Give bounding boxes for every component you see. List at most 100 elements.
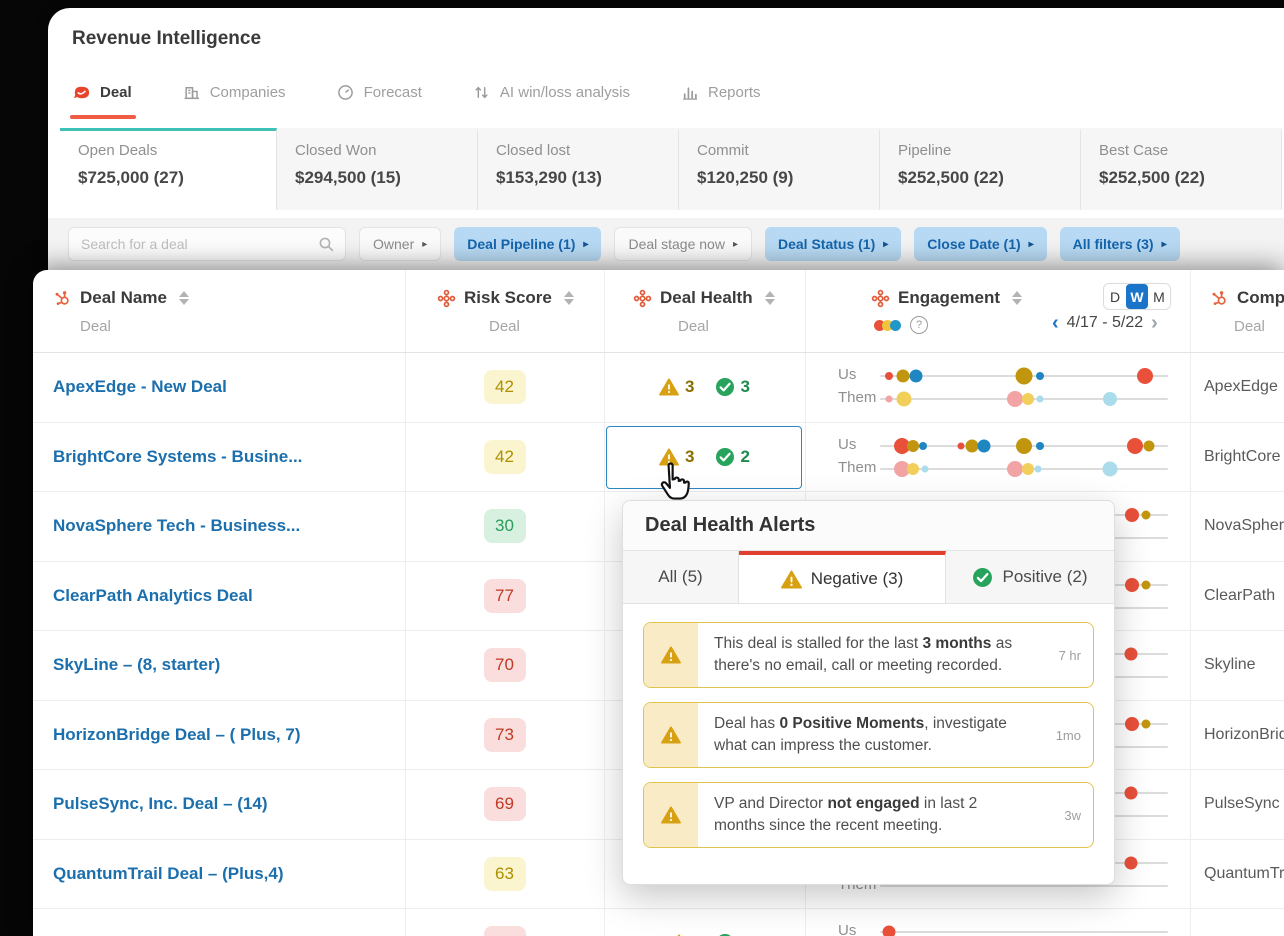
warning-icon [781,570,802,589]
company-cell: ClearPath [1190,562,1284,631]
deal-name-link[interactable]: QuantumTrail Deal – (Plus,4) [53,864,284,884]
tab-label: Reports [708,84,761,101]
company-name: HorizonBridge [1204,726,1284,744]
tab-negative[interactable]: Negative (3) [739,551,946,603]
deal-name-link[interactable]: PulseSync, Inc. Deal – (14) [53,794,267,814]
tab-ai-win-loss-analysis[interactable]: AI win/loss analysis [472,84,630,101]
risk-score-badge: 63 [484,857,526,891]
sort-icon[interactable] [1012,291,1022,305]
filter-chip-deal-status-1[interactable]: Deal Status (1)▸ [765,227,901,261]
header-engagement[interactable]: Engagement [871,288,1022,308]
header-company[interactable]: Company [1210,288,1284,308]
deal-name-link[interactable]: SkyLine – (8, starter) [53,655,220,675]
header-deal-name[interactable]: Deal Name [53,288,189,308]
engagement-dot [907,440,919,452]
header-engagement-cell: Engagement ? DWM ‹ 4/17 - 5/22 › [805,270,1190,352]
tab-positive[interactable]: Positive (2) [946,551,1114,603]
header-deal-health[interactable]: Deal Health [633,288,775,308]
nav-tabs: Deal Companies Forecast AI win/loss analysi… [72,84,761,101]
engagement-dot [1142,580,1151,589]
table-row: BrightCore Systems - Busine...4232UsThem… [33,423,1284,493]
alert-timestamp: 1mo [1035,703,1093,767]
negative-alerts: 3 [659,377,694,397]
filter-chip-close-date-1[interactable]: Close Date (1)▸ [914,227,1046,261]
tab-all[interactable]: All (5) [623,551,739,603]
summary-card-closed-lost[interactable]: Closed lost$153,290 (13) [478,128,679,210]
gauge-icon [336,84,355,101]
tab-reports[interactable]: Reports [680,84,761,101]
sort-icon[interactable] [564,291,574,305]
deal-health-cell[interactable] [604,909,805,936]
period-d[interactable]: D [1104,284,1126,309]
engagement-dot [882,926,895,936]
deal-name-link[interactable]: ApexEdge - New Deal [53,377,227,397]
alert-timestamp: 3w [1035,783,1093,847]
deal-name-link[interactable]: NovaSphere Tech - Business... [53,516,300,536]
header-risk-score[interactable]: Risk Score [437,288,574,308]
filter-chip-owner[interactable]: Owner▸ [359,227,441,261]
alert-card: This deal is stalled for the last 3 mont… [643,622,1094,688]
engagement-dot [897,370,910,383]
search-input[interactable] [79,235,318,253]
summary-card-best-case[interactable]: Best Case$252,500 (22) [1081,128,1282,210]
summary-card-pipeline[interactable]: Pipeline$252,500 (22) [880,128,1081,210]
gong-logo-icon [72,84,91,101]
sort-icon[interactable] [179,291,189,305]
card-value: $725,000 (27) [78,168,276,188]
engagement-dot [1124,856,1137,869]
deal-name-link[interactable]: HorizonBridge Deal – ( Plus, 7) [53,725,301,745]
risk-score-badge: 73 [484,718,526,752]
risk-score-badge: 30 [484,509,526,543]
prev-period-icon[interactable]: ‹ [1052,313,1059,333]
engagement-dot [1036,396,1043,403]
summary-card-commit[interactable]: Commit$120,250 (9) [679,128,880,210]
engagement-dot [1007,391,1023,407]
summary-card-open-deals[interactable]: Open Deals$725,000 (27) [60,128,277,210]
chip-label: Deal stage now [628,236,725,252]
engagement-dot [907,463,919,475]
deal-search[interactable] [68,227,346,261]
engagement-dot [1142,719,1151,728]
engagement-dot [1036,372,1044,380]
deal-name-link[interactable]: ClearPath Analytics Deal [53,586,253,606]
risk-score-badge: 42 [484,370,526,404]
engagement-dot [919,442,927,450]
chevron-right-icon: ▸ [883,239,888,250]
period-w[interactable]: W [1126,284,1148,309]
engagement-cell: UsThem [805,353,1190,422]
tab-label: All (5) [658,567,702,587]
tab-forecast[interactable]: Forecast [336,84,422,101]
tab-companies[interactable]: Companies [182,84,286,101]
risk-score-cell: 69 [405,770,604,839]
column-title: Deal Health [660,288,753,308]
deal-name-cell: SkyLine – (8, starter) [33,631,405,700]
company-cell: HorizonBridge [1190,701,1284,770]
alert-timestamp: 7 hr [1035,623,1093,687]
company-name: ApexEdge [1204,378,1278,396]
filter-chip-all-filters-3[interactable]: All filters (3)▸ [1060,227,1180,261]
deal-name-link[interactable]: BrightCore Systems - Busine... [53,447,302,467]
help-icon[interactable]: ? [910,316,928,334]
tab-label: Positive (2) [1002,567,1087,587]
risk-score-cell: 42 [405,423,604,492]
filter-chip-deal-pipeline-1[interactable]: Deal Pipeline (1)▸ [454,227,601,261]
filter-chip-deal-stage-now[interactable]: Deal stage now ▸ [614,227,752,261]
sort-icon[interactable] [765,291,775,305]
summary-card-closed-won[interactable]: Closed Won$294,500 (15) [277,128,478,210]
tab-deal[interactable]: Deal [72,84,132,101]
next-period-icon[interactable]: › [1151,313,1158,333]
engagement-dot [910,370,923,383]
period-m[interactable]: M [1148,284,1170,309]
deal-health-cell[interactable]: 33 [604,353,805,422]
card-value: $120,250 (9) [697,168,879,188]
company-cell: BrightCore [1190,423,1284,492]
column-title: Engagement [898,288,1000,308]
us-label: Us [838,922,856,936]
engagement-dot [885,396,892,403]
table-header: Deal Name Deal Risk Score Deal Deal Heal… [33,270,1284,353]
deal-name-cell: PulseSync, Inc. Deal – (14) [33,770,405,839]
alerts-list: This deal is stalled for the last 3 mont… [623,604,1114,848]
chevron-right-icon: ▸ [733,239,738,250]
engagement-dot [1036,442,1044,450]
engagement-cell: UsThem [805,423,1190,492]
